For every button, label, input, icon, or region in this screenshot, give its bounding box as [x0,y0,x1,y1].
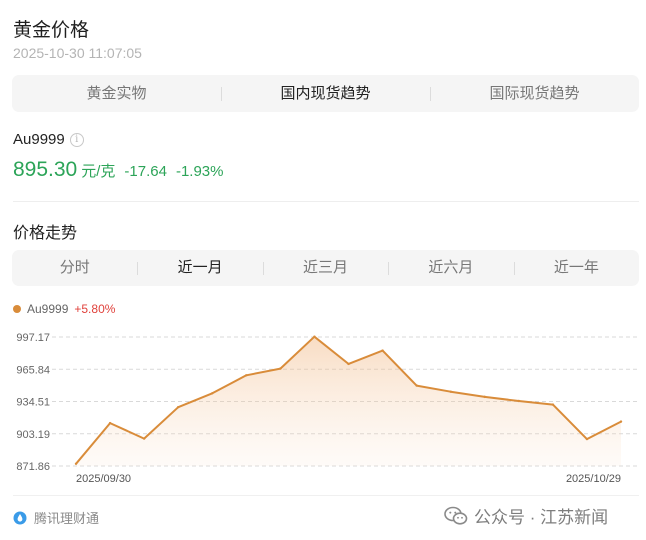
symbol-label: Au9999 [13,131,65,148]
data-point [449,390,452,393]
price-change-pct: -1.93% [175,163,224,180]
data-point [619,420,623,423]
data-point [279,367,282,370]
legend-series-change: +5.80% [74,302,116,316]
data-point [313,335,316,338]
price-row: 895.30 元/克 -17.64 -1.93% [13,158,223,182]
data-point [415,384,418,387]
price-chart[interactable]: 997.17 965.84 934.51 903.19 871.86 2025/09/30… [0,322,646,492]
y-tick-label: 871.86 [16,461,50,473]
tab-international-spot[interactable]: 国际现货趋势 [430,75,639,112]
info-icon[interactable]: i [69,132,84,147]
legend-series-name: Au9999 [27,302,69,316]
range-1-year[interactable]: 近一年 [513,250,639,286]
range-6-months[interactable]: 近六月 [388,250,513,286]
range-1-month[interactable]: 近一月 [137,250,262,286]
price-change: -17.64 [124,163,167,180]
data-point [245,374,248,377]
data-point [517,399,521,403]
data-point [211,392,214,395]
y-tick-label: 965.84 [16,364,50,376]
range-intraday[interactable]: 分时 [12,250,137,286]
range-3-months[interactable]: 近三月 [262,250,388,286]
tab-domestic-spot[interactable]: 国内现货趋势 [221,75,430,112]
update-timestamp: 2025-10-30 11:07:05 [13,45,142,61]
data-point [74,462,78,465]
range-tabs: 分时 近一月 近三月 近六月 近一年 [12,250,639,286]
divider [13,201,639,202]
view-tabs: 黄金实物 国内现货趋势 国际现货趋势 [12,75,639,112]
symbol-row: Au9999 i [13,131,84,148]
wechat-icon [444,506,468,525]
data-source: 腾讯理财通 [13,508,99,527]
data-point [551,403,555,406]
data-point [142,437,146,440]
y-tick-label: 903.19 [16,429,50,441]
chart-legend: Au9999 +5.80% [13,302,115,316]
data-point [483,395,486,399]
page-title: 黄金价格 [13,20,90,41]
legend-dot [13,305,21,313]
footer-divider [13,495,639,496]
data-point [585,437,589,441]
data-point [347,362,350,366]
tab-physical-gold[interactable]: 黄金实物 [12,75,221,112]
x-tick-label: 2025/10/29 [566,473,621,485]
data-point [381,349,384,352]
watermark: 公众号 · 江苏新闻 [444,503,608,528]
current-price: 895.30 [13,158,78,181]
price-unit: 元/克 [81,163,116,180]
y-tick-label: 997.17 [16,332,50,344]
droplet-icon [13,511,27,524]
y-tick-label: 934.51 [16,397,50,409]
data-point [176,405,180,409]
x-tick-label: 2025/09/30 [76,473,131,485]
source-label: 腾讯理财通 [34,511,100,526]
section-title: 价格走势 [13,225,78,242]
watermark-label: 公众号 · 江苏新闻 [474,508,609,527]
data-point [108,421,112,425]
